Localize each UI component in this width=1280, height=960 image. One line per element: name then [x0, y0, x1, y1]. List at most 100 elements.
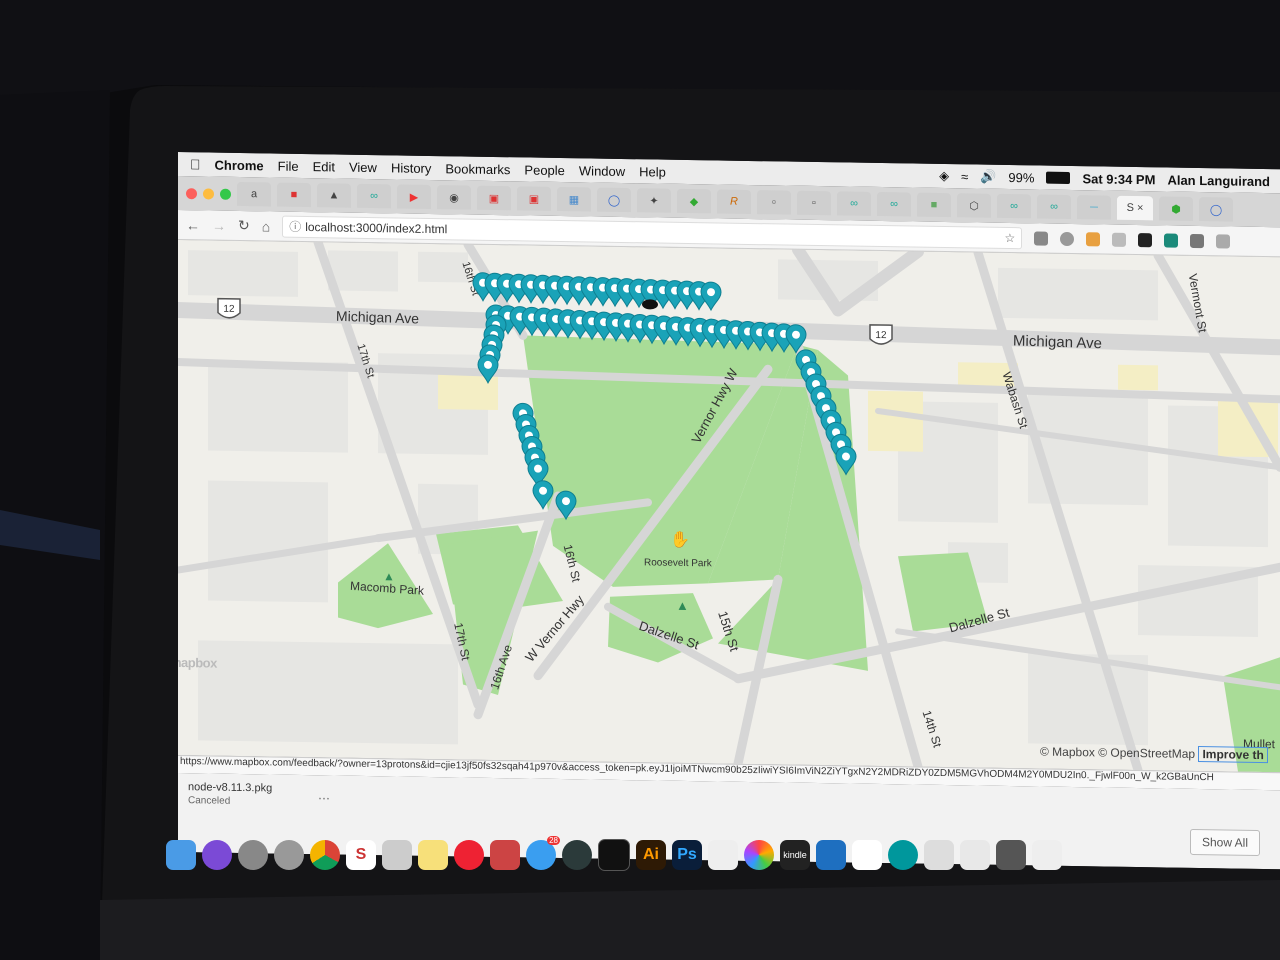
home-icon[interactable]: ⌂ [262, 218, 270, 234]
improve-map-link[interactable]: Improve th [1198, 746, 1268, 764]
arduino-icon[interactable] [888, 840, 918, 870]
chrome-icon[interactable] [310, 840, 340, 870]
tab[interactable]: ∞ [997, 193, 1031, 219]
map-marker-pin[interactable] [700, 281, 722, 312]
forward-icon[interactable]: → [212, 217, 226, 233]
app-grid-icon[interactable] [708, 840, 738, 870]
menu-view[interactable]: View [349, 159, 377, 174]
tab[interactable]: ∞ [1037, 194, 1071, 220]
reload-icon[interactable]: ↻ [238, 217, 250, 234]
tab[interactable]: ◯ [1199, 197, 1233, 222]
menu-bookmarks[interactable]: Bookmarks [445, 161, 510, 177]
tab[interactable]: ▦ [557, 186, 591, 212]
active-tab[interactable]: S × [1117, 195, 1153, 221]
user-name[interactable]: Alan Languirand [1167, 172, 1270, 189]
menu-history[interactable]: History [391, 160, 431, 176]
system-preferences-icon[interactable] [274, 840, 304, 870]
menu-file[interactable]: File [278, 158, 299, 173]
atom-icon[interactable] [562, 840, 592, 870]
maps-tab-icon: ◆ [689, 195, 699, 208]
zoom-window-icon[interactable] [220, 188, 231, 200]
marker-layer[interactable] [178, 240, 1280, 772]
terminal-icon[interactable] [598, 839, 630, 871]
face-extension-icon[interactable] [1086, 231, 1101, 246]
charts-icon[interactable] [852, 840, 882, 870]
bookmark-star-icon[interactable]: ☆ [1004, 230, 1015, 244]
menu-edit[interactable]: Edit [313, 159, 335, 174]
vscode-icon[interactable] [816, 840, 846, 870]
download-filename[interactable]: node-v8.11.3.pkg [188, 781, 272, 794]
kindle-icon[interactable]: kindle [780, 840, 810, 870]
close-tab-icon[interactable]: × [1137, 202, 1143, 214]
tab[interactable]: ▫ [757, 190, 791, 215]
wifi-icon[interactable]: ≈ [961, 169, 968, 184]
cast-icon[interactable] [1190, 233, 1205, 248]
extension-icon[interactable] [1112, 232, 1127, 247]
siri-icon[interactable] [202, 840, 232, 870]
map-marker-pin[interactable] [835, 445, 857, 476]
tab[interactable]: ∞ [357, 183, 391, 209]
tab[interactable]: R [717, 189, 751, 215]
map-marker-pin[interactable] [785, 324, 807, 354]
map-view[interactable]: 12 12 ▲ ▲ Michigan Ave Michigan Ave Verm… [178, 240, 1280, 773]
tab[interactable]: ◯ [597, 187, 631, 213]
app-icon[interactable] [454, 840, 484, 870]
tab[interactable]: ◆ [677, 188, 711, 214]
tab[interactable]: ∞ [877, 191, 911, 217]
rocket-extension-icon[interactable] [1034, 230, 1049, 246]
app-icon[interactable] [490, 840, 520, 870]
window-thumbnail-icon[interactable] [996, 840, 1026, 870]
map-marker-pin[interactable] [532, 480, 554, 510]
battery-icon[interactable] [1046, 171, 1071, 185]
tab[interactable]: ⬢ [1159, 196, 1193, 221]
menu-people[interactable]: People [524, 162, 564, 178]
dropbox-icon[interactable]: ◈ [939, 168, 949, 184]
download-menu-icon[interactable]: ⋯ [318, 791, 330, 805]
kindle-label: kindle [783, 850, 807, 860]
photoshop-icon[interactable]: Ps [672, 840, 702, 870]
info-icon[interactable]: ⓘ [289, 218, 301, 235]
tab[interactable]: ▣ [477, 185, 511, 211]
menu-window[interactable]: Window [579, 163, 625, 179]
window-thumbnail-icon[interactable] [1032, 840, 1062, 870]
volume-icon[interactable]: 🔊 [980, 169, 996, 185]
tab[interactable]: ▲ [317, 183, 351, 208]
back-icon[interactable]: ← [186, 217, 200, 233]
slack-icon[interactable]: S [346, 840, 376, 870]
clock[interactable]: Sat 9:34 PM [1082, 171, 1155, 187]
tab[interactable]: ■ [917, 192, 951, 218]
launchpad-icon[interactable] [238, 840, 268, 870]
menu-app-name[interactable]: Chrome [215, 157, 264, 173]
adblock-extension-icon[interactable] [1060, 231, 1075, 246]
preview-icon[interactable] [382, 840, 412, 870]
finder-icon[interactable] [166, 840, 196, 870]
map-marker-pin[interactable] [555, 490, 577, 521]
tab[interactable]: ▫ [797, 190, 831, 216]
menubar-status-area: ◈ ≈ 🔊 99% Sat 9:34 PM Alan Languirand [939, 168, 1280, 189]
apple-icon[interactable]:  [190, 156, 201, 172]
minimize-window-icon[interactable] [203, 187, 214, 200]
tab[interactable]: ▣ [517, 186, 551, 211]
vue-extension-icon[interactable] [1164, 232, 1179, 248]
tab[interactable]: ◉ [437, 185, 471, 210]
extension-icon[interactable] [1216, 233, 1231, 249]
document-thumbnail-icon[interactable] [924, 840, 954, 870]
window-thumbnail-icon[interactable] [960, 840, 990, 870]
tab[interactable]: a [237, 181, 271, 207]
tab[interactable]: ▶ [397, 184, 431, 209]
video-extension-icon[interactable] [1138, 232, 1153, 247]
notes-icon[interactable] [418, 840, 448, 870]
illustrator-icon[interactable]: Ai [636, 840, 666, 870]
tab[interactable]: ∞ [837, 191, 871, 216]
tab[interactable]: ■ [277, 182, 311, 208]
menu-help[interactable]: Help [639, 164, 666, 179]
tab[interactable]: ✦ [637, 188, 671, 213]
close-window-icon[interactable] [186, 187, 197, 199]
photos-icon[interactable] [744, 840, 774, 870]
tab[interactable]: ⬡ [957, 193, 991, 218]
attribution-text[interactable]: © Mapbox © OpenStreetMap [1040, 745, 1195, 761]
tab[interactable]: ─ [1077, 195, 1111, 220]
messages-icon[interactable]: 28 [526, 836, 560, 870]
mapbox-logo[interactable]: mapbox [178, 655, 217, 671]
map-marker-pin[interactable] [477, 354, 499, 384]
